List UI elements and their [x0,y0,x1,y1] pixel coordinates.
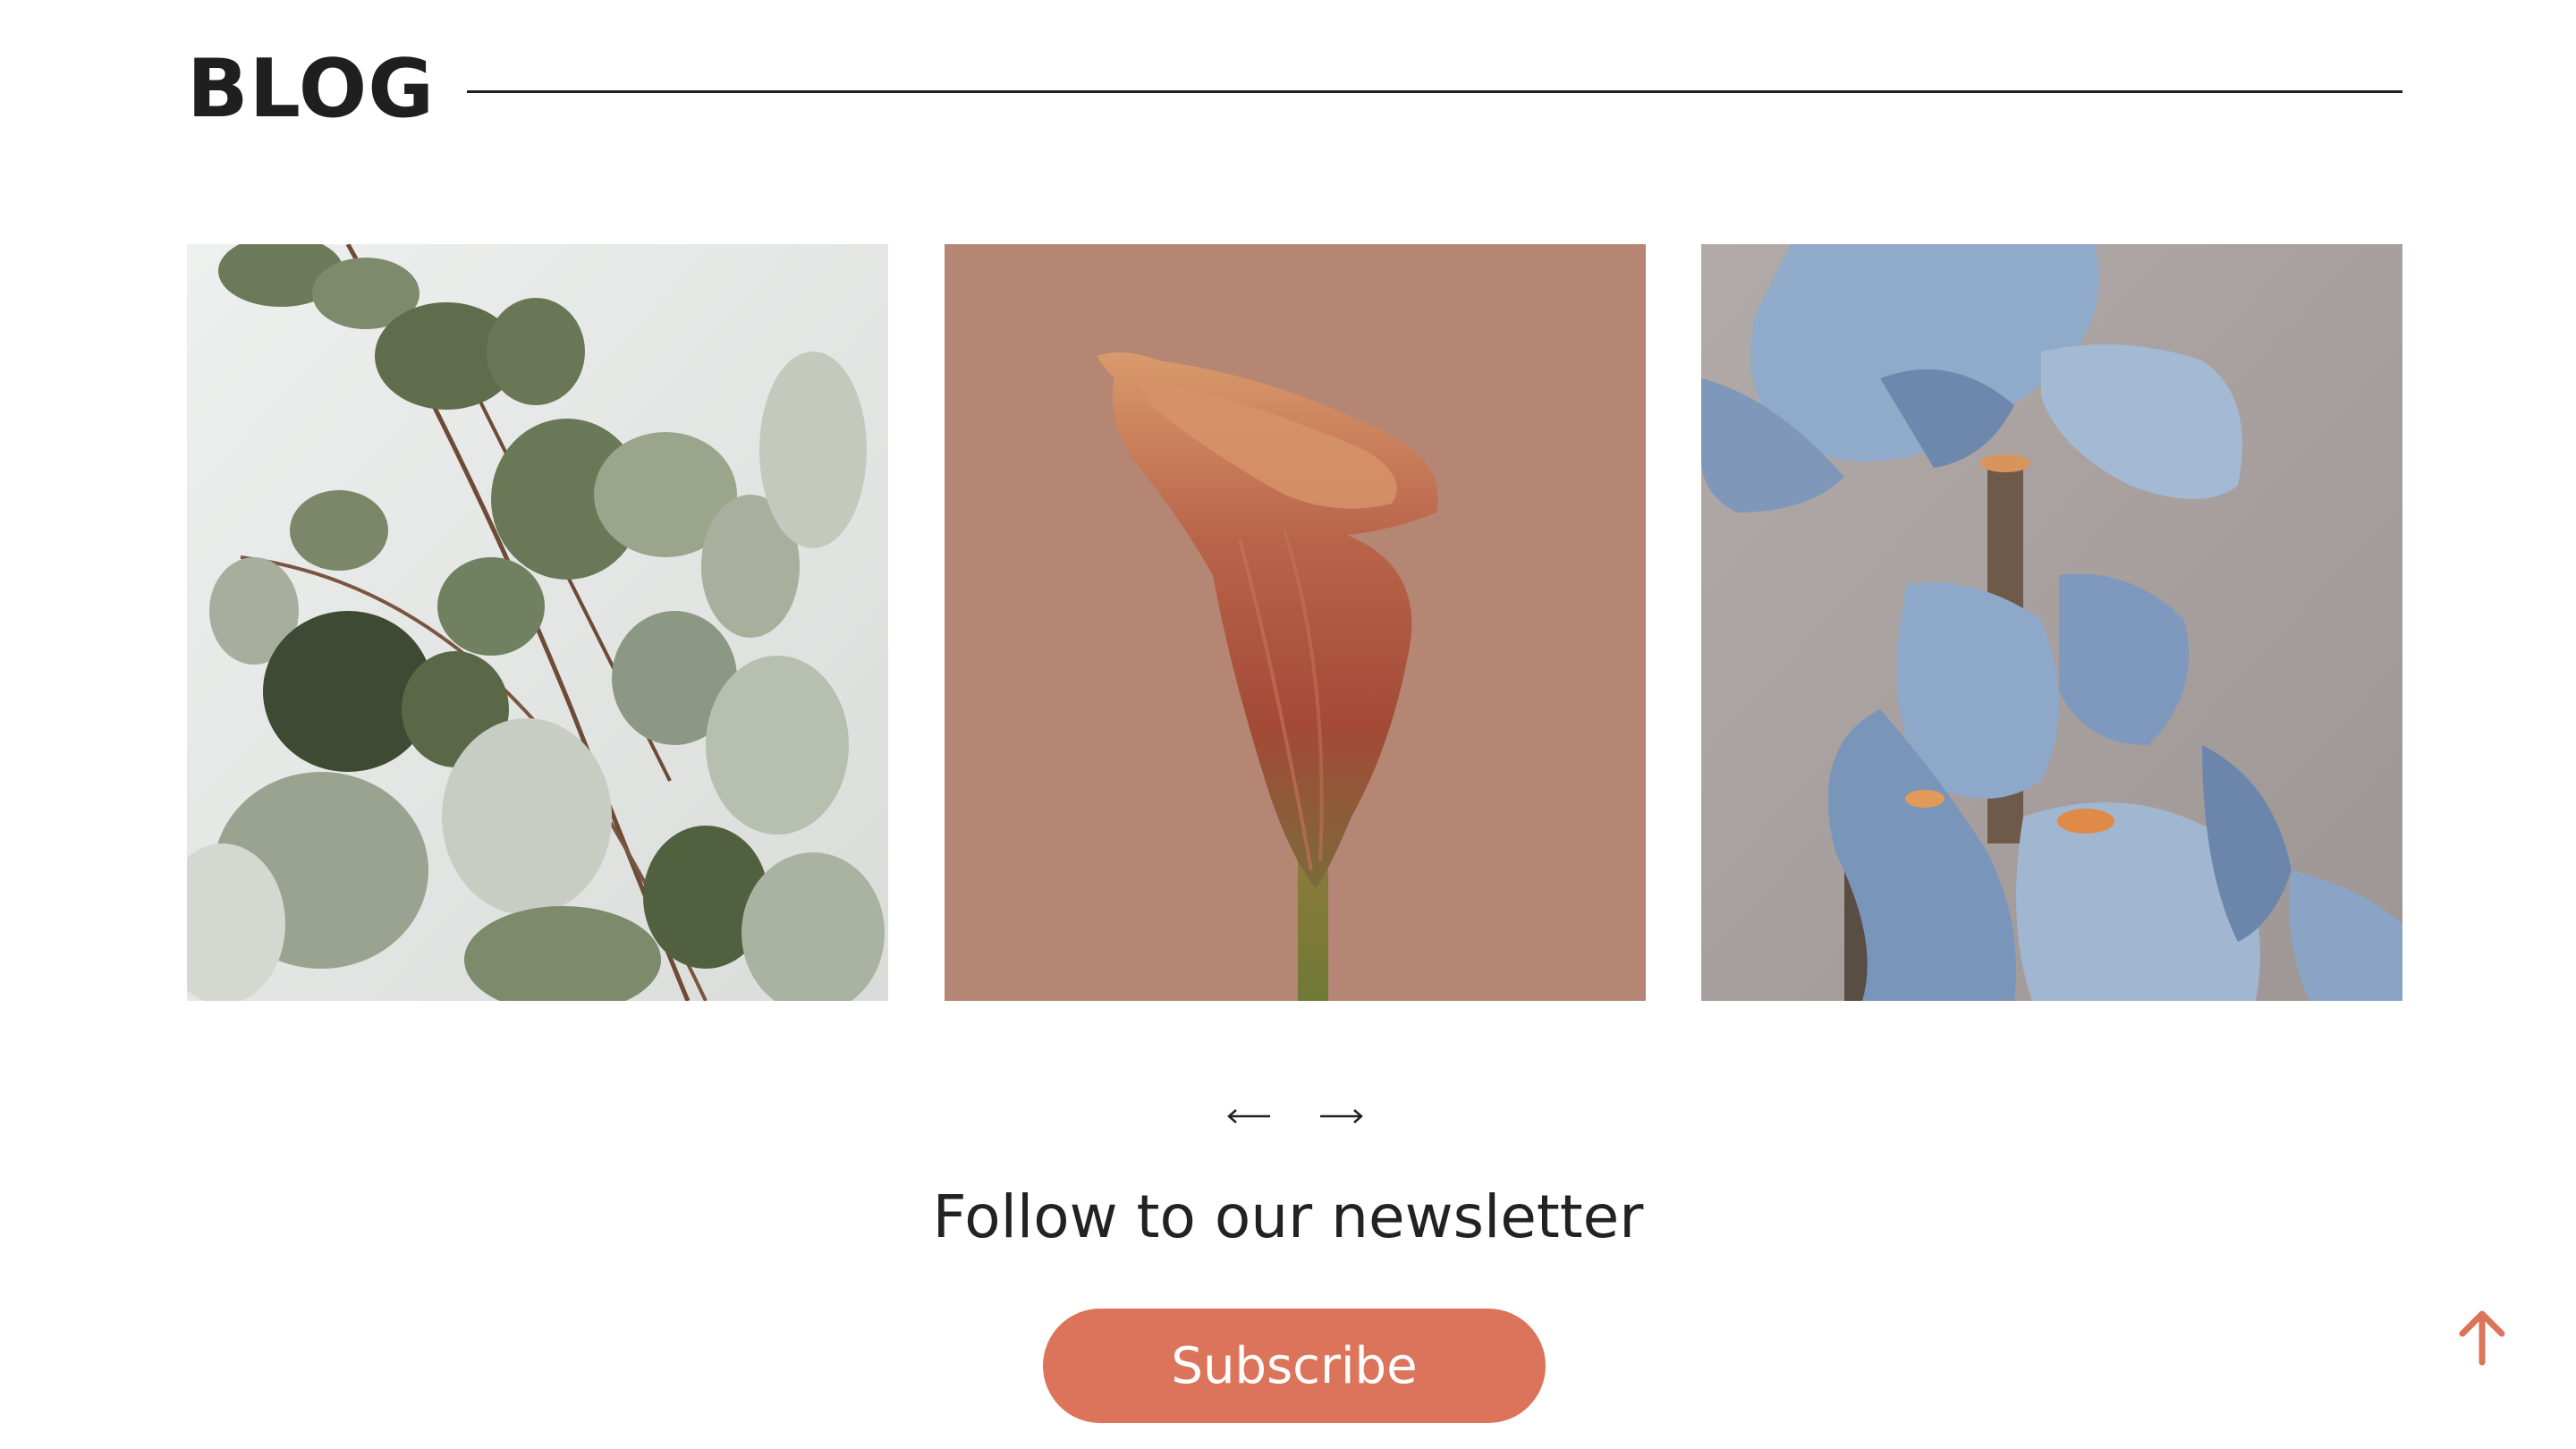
blog-card-blue-iris[interactable] [1701,244,2402,1001]
eucalyptus-leaves-photo [187,244,888,1001]
next-arrow-button[interactable] [1317,1098,1367,1134]
blog-header: BLOG [187,36,2402,143]
arrow-up-icon [2459,1310,2505,1366]
blog-card-calla-lily[interactable] [945,244,1646,1001]
calla-lily-photo [945,244,1646,1001]
scroll-to-top-button[interactable] [2451,1306,2513,1368]
blue-iris-photo [1701,244,2402,1001]
arrow-right-icon [1320,1109,1363,1123]
subscribe-button[interactable]: Subscribe [1043,1309,1546,1423]
arrow-left-icon [1227,1109,1270,1123]
blog-section: BLOG Follow to our newsletter Subscribe [0,0,2576,1449]
newsletter-heading: Follow to our newsletter [932,1182,1644,1251]
blog-title: BLOG [187,42,436,136]
prev-arrow-button[interactable] [1224,1098,1274,1134]
header-divider [467,89,2402,93]
carousel-pager [1224,1089,1367,1143]
blog-card-eucalyptus[interactable] [187,244,888,1001]
